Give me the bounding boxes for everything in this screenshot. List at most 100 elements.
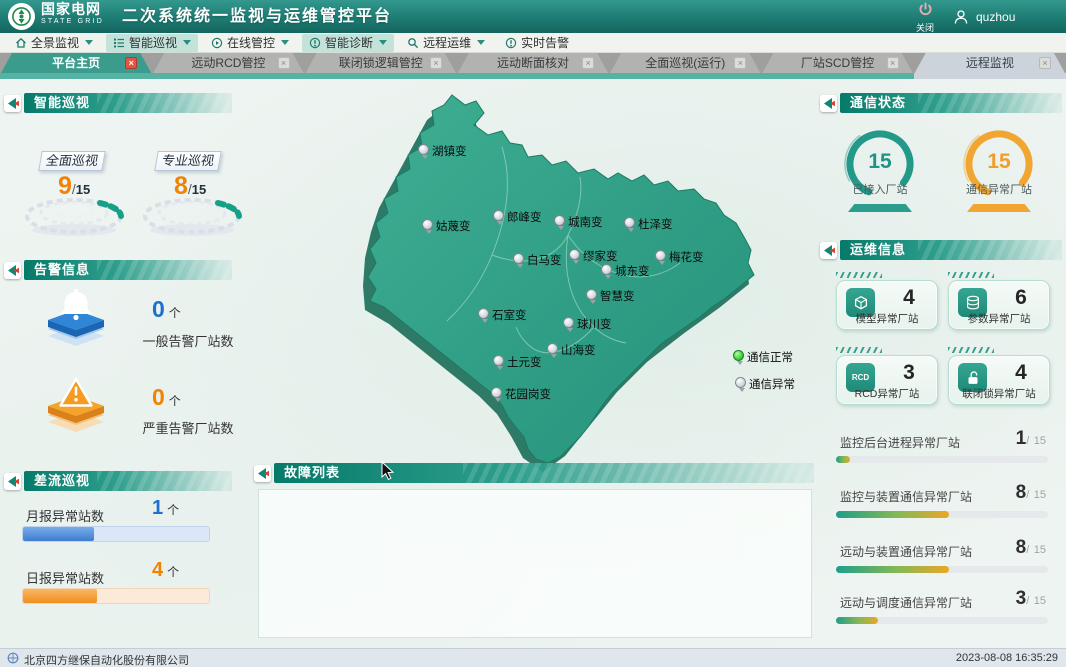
- close-icon[interactable]: ×: [582, 57, 594, 69]
- menu-item-remote-ops[interactable]: 远程运维: [400, 34, 492, 52]
- card-params-abnormal[interactable]: 6 参数异常厂站: [948, 280, 1050, 330]
- close-icon[interactable]: ×: [887, 57, 899, 69]
- diff-daily-bar: [22, 588, 210, 604]
- diff-daily-count: 4个: [152, 559, 179, 582]
- menu-item-smart-diagnosis[interactable]: 智能诊断: [302, 34, 394, 52]
- map-station-pin[interactable]: 球川变: [563, 317, 612, 332]
- progress-value: 8/ 15: [940, 482, 1046, 504]
- section-title: 差流巡视: [34, 473, 90, 488]
- close-icon[interactable]: ×: [734, 57, 746, 69]
- diff-monthly-count: 1个: [152, 497, 179, 520]
- map-station-pin[interactable]: 姑蔑变: [422, 219, 471, 234]
- section-fault-list: 故障列表: [254, 463, 814, 483]
- tab-interlock-logic[interactable]: 联闭锁逻辑管控×: [306, 53, 456, 73]
- map-station-pin[interactable]: 智慧变: [586, 289, 635, 304]
- main-menubar: 全景监视 智能巡视 在线管控 智能诊断 远程运维 实时告警: [0, 33, 1066, 53]
- legend-comm-normal: 通信正常: [733, 350, 793, 365]
- section-arrow-icon: [254, 465, 271, 482]
- ring-base: [848, 204, 912, 212]
- map-station-pin[interactable]: 梅花变: [655, 250, 704, 265]
- close-icon[interactable]: ×: [1039, 57, 1051, 69]
- pin-icon: [554, 215, 565, 226]
- diff-daily-label: 日报异常站数: [26, 568, 104, 587]
- menu-item-panorama[interactable]: 全景监视: [8, 34, 100, 52]
- close-icon[interactable]: ×: [430, 57, 442, 69]
- gray-pin-icon: [735, 377, 746, 388]
- alert-circle-icon: [309, 37, 321, 49]
- diff-monthly-bar: [22, 526, 210, 542]
- pin-icon: [491, 387, 502, 398]
- pin-icon: [422, 219, 433, 230]
- list-icon: [113, 37, 125, 49]
- tab-remote-rcd[interactable]: 远动RCD管控×: [153, 53, 303, 73]
- diff-monthly-label: 月报异常站数: [26, 506, 104, 525]
- map-station-pin[interactable]: 缪家变: [569, 249, 618, 264]
- tab-remote-section-check[interactable]: 远动断面核对×: [458, 53, 608, 73]
- tab-remote-monitor[interactable]: 远程监视×: [915, 53, 1065, 73]
- chevron-down-icon: [477, 40, 485, 45]
- state-grid-logo: [8, 3, 35, 30]
- close-icon[interactable]: ×: [125, 57, 137, 69]
- progress-value: 8/ 15: [940, 537, 1046, 559]
- card-model-abnormal[interactable]: 4 模型异常厂站: [836, 280, 938, 330]
- section-smart-patrol: 智能巡视: [4, 93, 232, 113]
- brand-cn: 国家电网: [41, 2, 104, 16]
- bell-icon: [38, 286, 114, 356]
- pin-icon: [601, 264, 612, 275]
- station-label: 姑蔑变: [436, 218, 471, 234]
- map-station-pin[interactable]: 湖镇变: [418, 144, 467, 159]
- pin-icon: [418, 144, 429, 155]
- section-title: 故障列表: [284, 465, 340, 480]
- pin-icon: [655, 250, 666, 261]
- section-arrow-icon: [4, 473, 21, 490]
- alarm-severe-label: 严重告警厂站数: [128, 418, 248, 437]
- map-station-pin[interactable]: 城南变: [554, 215, 603, 230]
- station-label: 白马变: [527, 252, 562, 268]
- pin-icon: [478, 308, 489, 319]
- user-menu[interactable]: quzhou: [952, 0, 1015, 33]
- station-label: 湖镇变: [432, 143, 467, 159]
- pin-icon: [586, 289, 597, 300]
- spiral-gauge: [140, 180, 244, 238]
- mouse-cursor: [381, 461, 395, 481]
- map-station-pin[interactable]: 城东变: [601, 264, 650, 279]
- map-station-pin[interactable]: 杜泽变: [624, 217, 673, 232]
- user-icon: [952, 8, 970, 26]
- map-station-pin[interactable]: 土元变: [493, 355, 542, 370]
- gauge-tag-full-patrol: 全面巡视: [38, 151, 106, 171]
- tab-underline: [0, 73, 914, 79]
- tab-station-scd[interactable]: 厂站SCD管控×: [762, 53, 912, 73]
- menu-item-online-control[interactable]: 在线管控: [204, 34, 296, 52]
- clock-timestamp: 2023-08-08 16:35:29: [956, 652, 1058, 664]
- close-system-button[interactable]: 关闭: [908, 2, 942, 34]
- menu-item-realtime-alarm[interactable]: 实时告警: [498, 34, 576, 52]
- section-arrow-icon: [820, 242, 837, 259]
- map-station-pin[interactable]: 白马变: [513, 253, 562, 268]
- section-ops-info: 运维信息: [820, 240, 1062, 260]
- section-title: 智能巡视: [34, 95, 90, 110]
- card-rcd-abnormal[interactable]: RCD 3 RCD异常厂站: [836, 355, 938, 405]
- tab-underline-alt: [914, 73, 1066, 79]
- pin-icon: [563, 317, 574, 328]
- tab-full-patrol-running[interactable]: 全面巡视(运行)×: [610, 53, 760, 73]
- fault-list-panel: [258, 489, 812, 638]
- map-station-pin[interactable]: 花园岗变: [491, 387, 551, 402]
- station-label: 山海变: [561, 342, 596, 358]
- section-title: 通信状态: [850, 95, 906, 110]
- app-window: 国家电网 STATE GRID 二次系统统一监视与运维管控平台 关闭 quzho…: [0, 0, 1066, 667]
- section-arrow-icon: [4, 262, 21, 279]
- section-title: 告警信息: [34, 262, 90, 277]
- pin-icon: [493, 210, 504, 221]
- pin-icon: [513, 253, 524, 264]
- map-station-pin[interactable]: 石室变: [478, 308, 527, 323]
- station-label: 郎峰变: [507, 209, 542, 225]
- map-station-pin[interactable]: 郎峰变: [493, 210, 542, 225]
- alarm-icon: [505, 37, 517, 49]
- close-icon[interactable]: ×: [278, 57, 290, 69]
- chevron-down-icon: [281, 40, 289, 45]
- card-interlock-abnormal[interactable]: 4 联闭锁异常厂站: [948, 355, 1050, 405]
- map-station-pin[interactable]: 山海变: [547, 343, 596, 358]
- chevron-down-icon: [183, 40, 191, 45]
- menu-item-smart-patrol[interactable]: 智能巡视: [106, 34, 198, 52]
- tab-platform-home[interactable]: 平台主页×: [1, 53, 151, 73]
